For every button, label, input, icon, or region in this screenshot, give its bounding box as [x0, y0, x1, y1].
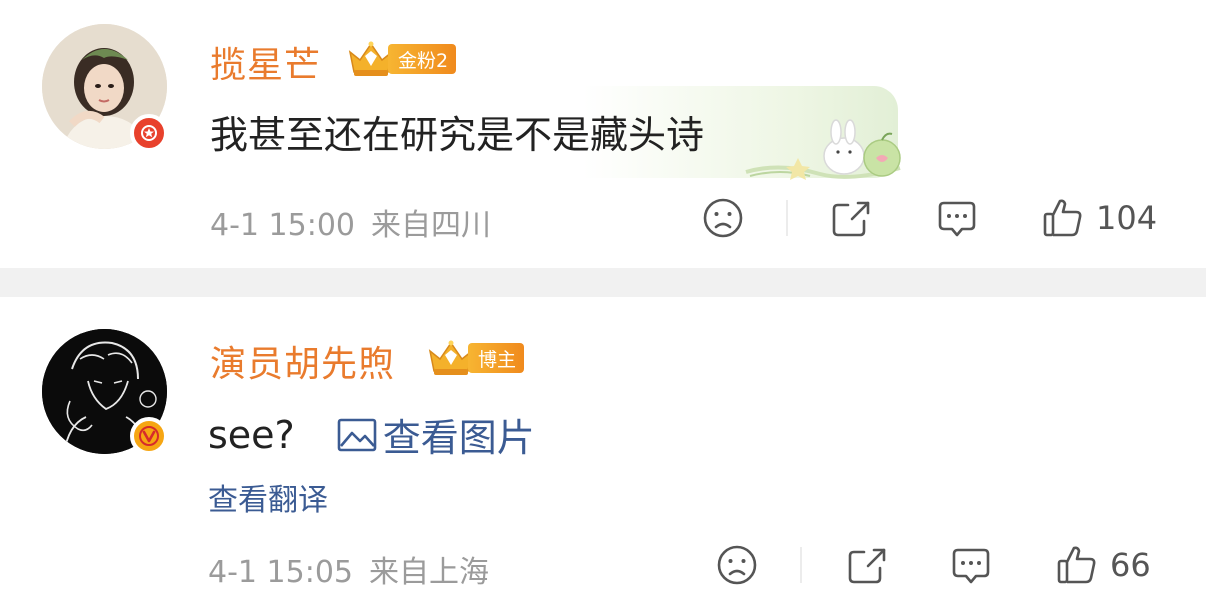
username[interactable]: 揽星芒	[210, 36, 321, 88]
share-icon	[848, 548, 886, 584]
fan-badge-label: 金粉2	[388, 44, 457, 74]
comment-item: 揽星芒 金粉2 我甚至还在研究是不是藏头诗 4-1 15:00 来自四川 104	[0, 0, 1206, 268]
comment-separator	[0, 268, 1206, 297]
fan-badge[interactable]: 博主	[426, 339, 525, 377]
action-divider	[786, 200, 788, 236]
username[interactable]: 演员胡先煦	[210, 335, 395, 387]
view-image-link[interactable]: 查看图片	[337, 407, 535, 462]
comment-button[interactable]	[950, 541, 992, 589]
dislike-button[interactable]	[716, 541, 758, 589]
translate-link[interactable]: 查看翻译	[208, 475, 328, 519]
like-count: 104	[1096, 199, 1158, 237]
sad-face-icon	[717, 545, 757, 585]
share-button[interactable]	[830, 194, 872, 242]
bunny-sticker-icon	[745, 119, 901, 180]
share-button[interactable]	[846, 541, 888, 589]
like-button[interactable]: 104	[1042, 194, 1157, 242]
image-icon	[337, 418, 377, 451]
comment-text: see?	[208, 412, 295, 457]
fan-badge[interactable]: 金粉2	[346, 40, 457, 78]
comment-actions: 66	[0, 541, 1206, 589]
comment-text: 我甚至还在研究是不是藏头诗	[210, 113, 705, 157]
share-icon	[832, 201, 870, 237]
avatar-badge	[130, 114, 168, 152]
dislike-button[interactable]	[702, 194, 744, 242]
thumbs-up-icon	[1043, 199, 1082, 237]
sad-face-icon	[703, 198, 743, 238]
thumbs-up-icon	[1057, 546, 1096, 584]
comment-icon	[938, 201, 976, 237]
verified-v-icon	[139, 426, 159, 446]
comment-icon	[952, 548, 990, 584]
comment-content: see? 查看图片	[208, 407, 535, 462]
star-icon	[141, 125, 157, 141]
like-count: 66	[1110, 546, 1151, 584]
comment-actions: 104	[0, 194, 1206, 242]
action-divider	[800, 547, 802, 583]
comment-list: 揽星芒 金粉2 我甚至还在研究是不是藏头诗 4-1 15:00 来自四川 104…	[0, 0, 1206, 614]
fan-badge-label: 博主	[468, 343, 525, 373]
like-button[interactable]: 66	[1056, 541, 1151, 589]
comment-item: 演员胡先煦 博主 see? 查看图片 查看翻译 4-1 15:05 来自上海 6…	[0, 297, 1206, 614]
comment-button[interactable]	[936, 194, 978, 242]
view-image-label: 查看图片	[382, 416, 535, 460]
avatar-badge	[130, 417, 168, 455]
